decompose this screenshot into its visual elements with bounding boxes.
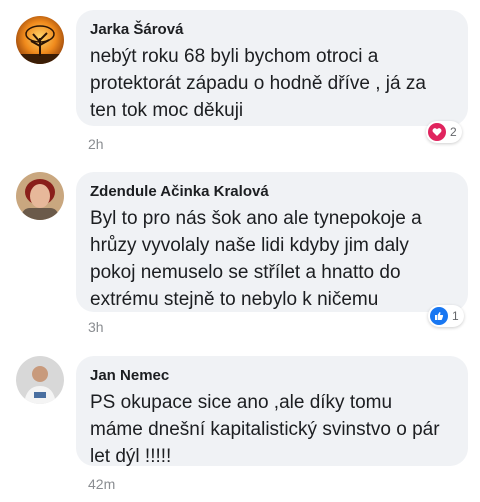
comment-timestamp[interactable]: 2h — [88, 136, 104, 152]
tree-sunset-avatar-icon — [16, 16, 64, 64]
comment-bubble: Jan Nemec PS okupace sice ano ,ale díky … — [76, 356, 468, 467]
like-icon — [430, 307, 448, 325]
avatar[interactable] — [16, 172, 64, 220]
comment-text: Byl to pro nás šok ano ale tynepokoje a … — [90, 208, 422, 310]
comment-author[interactable]: Jan Nemec — [90, 366, 454, 386]
avatar[interactable] — [16, 356, 64, 404]
comment-bubble: Zdendule Ačinka Kralová Byl to pro nás š… — [76, 172, 468, 312]
comment-text: PS okupace sice ano ,ale díky tomu máme … — [90, 392, 440, 467]
reaction-count: 2 — [450, 125, 457, 139]
comment-timestamp[interactable]: 42m — [88, 476, 115, 492]
reaction-summary[interactable]: 2 — [426, 121, 462, 143]
man-portrait-avatar-icon — [16, 356, 64, 404]
comment-timestamp[interactable]: 3h — [88, 319, 104, 335]
reaction-count: 1 — [452, 309, 459, 323]
reaction-summary[interactable]: 1 — [428, 305, 464, 327]
comment-author[interactable]: Jarka Šárová — [90, 20, 454, 40]
woman-portrait-avatar-icon — [16, 172, 64, 220]
comment-author[interactable]: Zdendule Ačinka Kralová — [90, 182, 454, 202]
comment-text: nebýt roku 68 byli bychom otroci a prote… — [90, 46, 426, 121]
avatar[interactable] — [16, 16, 64, 64]
love-icon — [428, 123, 446, 141]
comment-bubble: Jarka Šárová nebýt roku 68 byli bychom o… — [76, 10, 468, 126]
